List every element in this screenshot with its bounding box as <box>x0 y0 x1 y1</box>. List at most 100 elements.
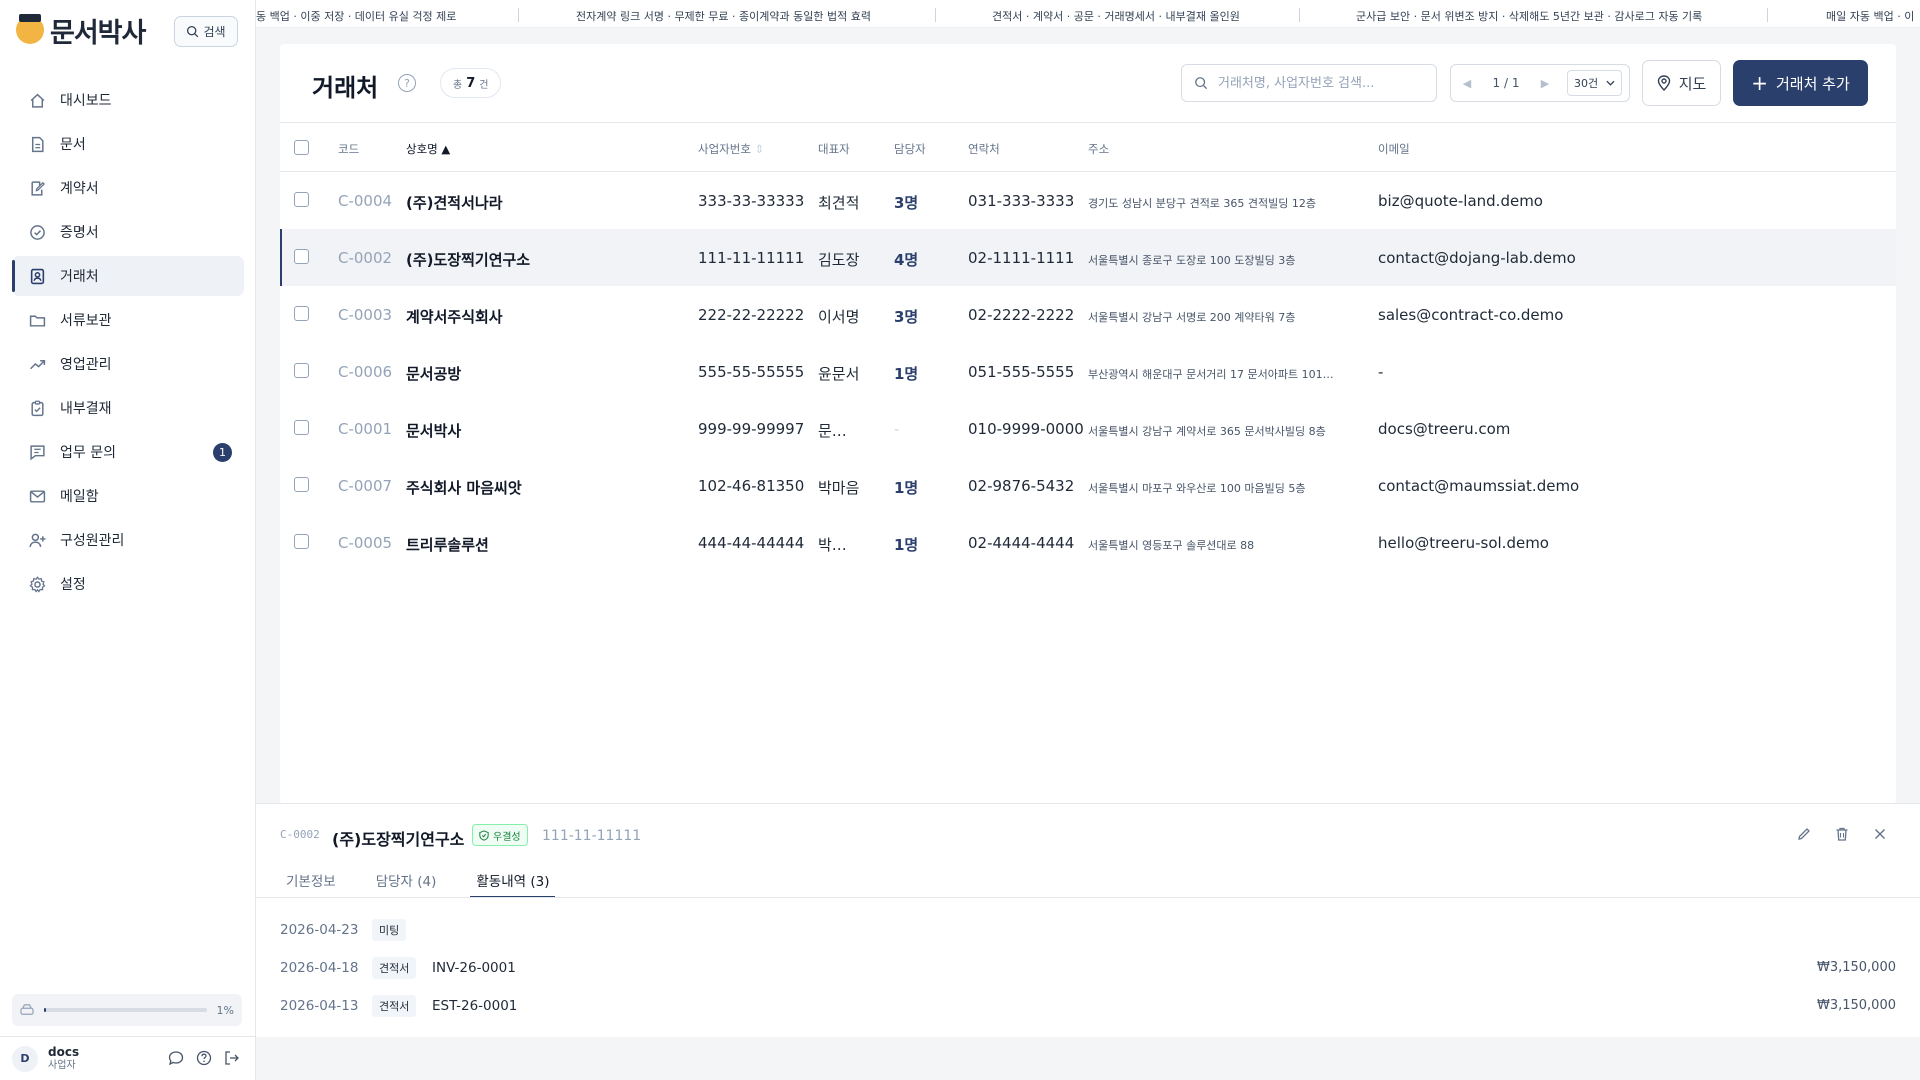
cell-biz-number: 444-44-44444 <box>698 534 805 552</box>
sidebar-item[interactable]: 거래처 <box>12 256 244 296</box>
cell-phone: 02-1111-1111 <box>968 249 1075 267</box>
table-row[interactable]: C-0005 트리루솔루션 444-44-44444 박… 1명 02-4444-4444… <box>280 514 1896 571</box>
table-row[interactable]: C-0002 (주)도장찍기연구소 111-11-11111 김도장 4명 02-1111… <box>280 229 1896 286</box>
table-row[interactable]: C-0004 (주)견적서나라 333-33-33333 최견적 3명 031-333-3… <box>280 172 1896 229</box>
sidebar-item[interactable]: 문서 <box>12 124 244 164</box>
shield-check-icon <box>479 829 489 841</box>
edit-icon[interactable] <box>1796 826 1812 842</box>
table-header: 코드 상호명 ▲ 사업자번호 ⇕ 대표자 담당자 연락처 주소 이메일 <box>280 122 1896 172</box>
activity-row[interactable]: 2026-04-23 미팅 <box>280 915 1896 945</box>
sidebar-item[interactable]: 서류보관 <box>12 300 244 340</box>
message-list-icon <box>28 443 46 461</box>
trash-icon[interactable] <box>1834 826 1850 842</box>
sidebar-item-label: 업무 문의 <box>60 445 116 461</box>
sidebar-item[interactable]: 계약서 <box>12 168 244 208</box>
help-circle-icon[interactable] <box>196 1050 212 1066</box>
cell-code: C-0006 <box>338 363 393 381</box>
sidebar-item[interactable]: 설정 <box>12 564 244 604</box>
cell-phone: 02-2222-2222 <box>968 306 1075 324</box>
activity-row[interactable]: 2026-04-18 견적서 INV-26-0001 ₩3,150,000 <box>280 953 1896 983</box>
sidebar-item[interactable]: 내부결재 <box>12 388 244 428</box>
cell-ceo: 이서명 <box>818 308 860 326</box>
storage-percent: 1% <box>216 1003 234 1017</box>
page-size-value: 30건 <box>1574 77 1599 90</box>
sidebar-item[interactable]: 대시보드 <box>12 80 244 120</box>
search-input[interactable] <box>1218 75 1418 91</box>
column-ceo: 대표자 <box>818 142 850 156</box>
table-row[interactable]: C-0006 문서공방 555-55-55555 윤문서 1명 051-555-5555 부… <box>280 343 1896 400</box>
table-row[interactable]: C-0001 문서박사 999-99-99997 문… - 010-9999-0000 서울… <box>280 400 1896 457</box>
activity-amount: ₩3,150,000 <box>1816 960 1896 975</box>
prev-page-icon[interactable]: ◀ <box>1451 77 1483 90</box>
cell-phone: 051-555-5555 <box>968 363 1075 381</box>
next-page-icon[interactable]: ▶ <box>1529 77 1561 90</box>
avatar[interactable]: D <box>12 1045 38 1072</box>
sidebar-item-label: 서류보관 <box>60 313 112 329</box>
storage-bar <box>44 1008 207 1012</box>
sidebar-item[interactable]: 구성원관리 <box>12 520 244 560</box>
column-name-label: 상호명 <box>406 142 438 156</box>
cell-manager-count: 1명 <box>894 536 919 554</box>
status-badge: 우결성 <box>472 824 528 846</box>
cell-manager-count: 1명 <box>894 365 919 383</box>
sidebar-item[interactable]: 영업관리 <box>12 344 244 384</box>
logout-icon[interactable] <box>224 1050 240 1066</box>
column-biz-label: 사업자번호 <box>698 142 751 156</box>
detail-tab[interactable]: 담당자 (4) <box>370 864 443 898</box>
activity-amount: ₩3,150,000 <box>1816 998 1896 1013</box>
cell-address: 부산광역시 해운대구 문서거리 17 문서아파트 101… <box>1088 368 1334 381</box>
cell-email: contact@dojang-lab.demo <box>1378 249 1576 267</box>
table-row[interactable]: C-0007 주식회사 마음씨앗 102-46-81350 박마음 1명 02-9876-… <box>280 457 1896 514</box>
cell-address: 서울특별시 영등포구 솔루션대로 88 <box>1088 539 1255 552</box>
activity-document-ref[interactable]: INV-26-0001 <box>432 960 516 976</box>
close-icon[interactable] <box>1872 826 1888 842</box>
help-icon[interactable]: ? <box>398 74 416 92</box>
cell-email: sales@contract-co.demo <box>1378 306 1564 324</box>
column-biz-number[interactable]: 사업자번호 ⇕ <box>698 141 764 157</box>
user-role: 사업자 <box>48 1059 76 1071</box>
chat-icon[interactable] <box>168 1050 184 1066</box>
activity-row[interactable]: 2026-04-13 견적서 EST-26-0001 ₩3,150,000 <box>280 991 1896 1021</box>
row-checkbox[interactable] <box>294 249 309 264</box>
sidebar-item-label: 문서 <box>60 137 86 153</box>
row-checkbox[interactable] <box>294 192 309 207</box>
brand-logo[interactable]: 문서박사 <box>16 12 146 49</box>
row-checkbox[interactable] <box>294 363 309 378</box>
count-value: 7 <box>466 75 476 91</box>
detail-tab[interactable]: 활동내역 (3) <box>470 864 556 898</box>
add-client-button[interactable]: + 거래처 추가 <box>1733 60 1868 106</box>
storage-usage: 1% <box>12 994 242 1026</box>
ticker-divider <box>1767 8 1768 22</box>
trend-icon <box>28 355 46 373</box>
row-checkbox[interactable] <box>294 420 309 435</box>
column-code[interactable]: 코드 <box>338 141 359 157</box>
sidebar-item[interactable]: 업무 문의 1 <box>12 432 244 472</box>
map-button[interactable]: 지도 <box>1642 60 1721 106</box>
table-row[interactable]: C-0003 계약서주식회사 222-22-22222 이서명 3명 02-2222-22… <box>280 286 1896 343</box>
sidebar-item-label: 영업관리 <box>60 357 112 373</box>
detail-tab[interactable]: 기본정보 <box>280 864 342 898</box>
page-title: 거래처 <box>312 74 379 102</box>
sidebar-item[interactable]: 증명서 <box>12 212 244 252</box>
cell-phone: 02-4444-4444 <box>968 534 1075 552</box>
global-search-button[interactable]: 검색 <box>174 16 238 47</box>
cell-code: C-0001 <box>338 420 393 438</box>
cell-manager-count: 3명 <box>894 194 919 212</box>
select-all-checkbox[interactable] <box>294 140 309 155</box>
cell-company-name: 주식회사 마음씨앗 <box>406 479 522 497</box>
page-size-select[interactable]: 30건 <box>1567 70 1623 96</box>
row-checkbox[interactable] <box>294 534 309 549</box>
activity-date: 2026-04-18 <box>280 960 359 976</box>
row-checkbox[interactable] <box>294 477 309 492</box>
sidebar-item[interactable]: 메일함 <box>12 476 244 516</box>
cell-ceo: 윤문서 <box>818 365 860 383</box>
activity-document-ref[interactable]: EST-26-0001 <box>432 998 517 1014</box>
cell-ceo: 최견적 <box>818 194 860 212</box>
sidebar-item-label: 내부결재 <box>60 401 112 417</box>
contract-icon <box>28 179 46 197</box>
activity-type-tag: 견적서 <box>372 957 417 979</box>
row-checkbox[interactable] <box>294 306 309 321</box>
column-name[interactable]: 상호명 ▲ <box>406 141 450 157</box>
ticker-message: 매일 자동 백업 · 이 <box>1826 10 1915 23</box>
cell-address: 경기도 성남시 분당구 견적로 365 견적빌딩 12층 <box>1088 197 1317 210</box>
